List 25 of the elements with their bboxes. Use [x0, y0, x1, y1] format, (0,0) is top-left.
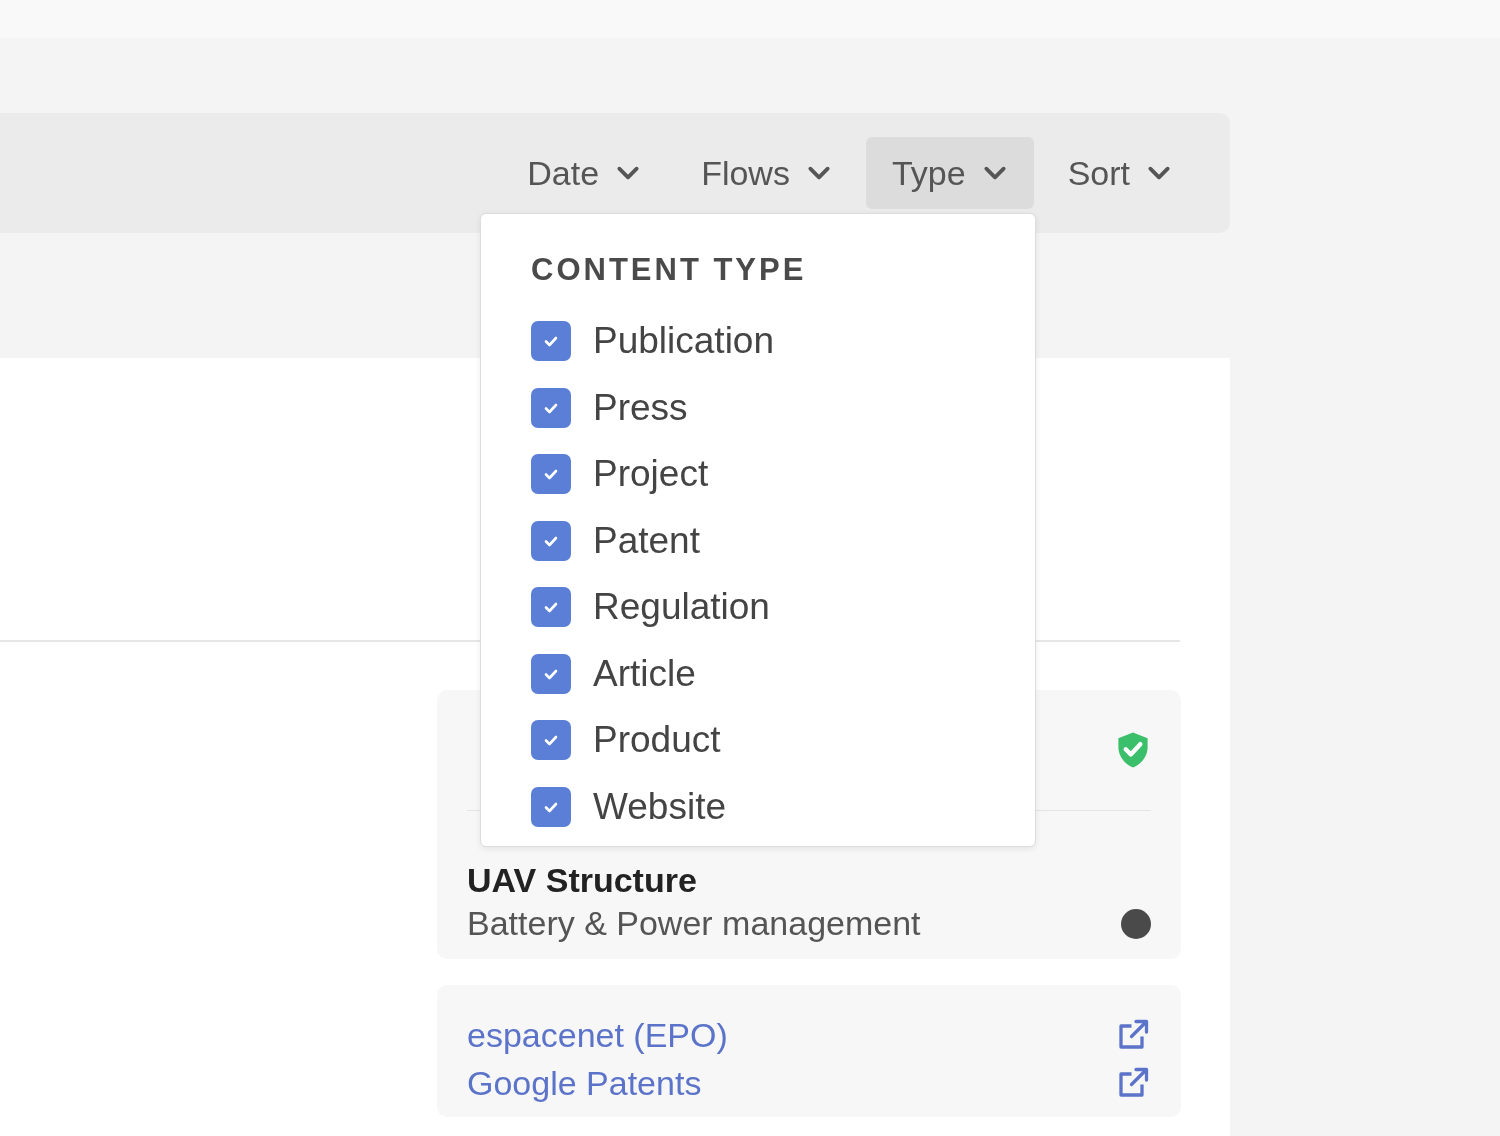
checkbox[interactable]	[531, 786, 571, 827]
type-option[interactable]: Website	[531, 773, 985, 840]
checkbox[interactable]	[531, 454, 571, 495]
type-option[interactable]: Regulation	[531, 574, 985, 641]
type-option[interactable]: Publication	[531, 308, 985, 375]
checkbox[interactable]	[531, 520, 571, 561]
filter-dropdown[interactable]: Type	[865, 137, 1034, 209]
type-option[interactable]: Product	[531, 707, 985, 774]
filter-dropdown[interactable]: Flows	[675, 137, 858, 209]
type-option[interactable]: Project	[531, 441, 985, 508]
source-link[interactable]: espacenet (EPO)	[467, 1015, 728, 1055]
category-title: UAV Structure	[467, 860, 698, 900]
checkbox[interactable]	[531, 387, 571, 428]
checkbox[interactable]	[531, 321, 571, 362]
filter-dropdown[interactable]: Sort	[1041, 137, 1198, 209]
checkbox[interactable]	[531, 587, 571, 628]
type-option[interactable]: Patent	[531, 507, 985, 574]
menu-heading: CONTENT TYPE	[531, 252, 808, 288]
type-option[interactable]: Article	[531, 640, 985, 707]
type-option[interactable]: Press	[531, 374, 985, 441]
source-link[interactable]: Google Patents	[467, 1063, 702, 1103]
checkbox[interactable]	[531, 653, 571, 694]
subcategory-label: Battery & Power management	[467, 904, 921, 943]
checkbox[interactable]	[531, 720, 571, 761]
filter-dropdown[interactable]: Date	[501, 137, 668, 209]
